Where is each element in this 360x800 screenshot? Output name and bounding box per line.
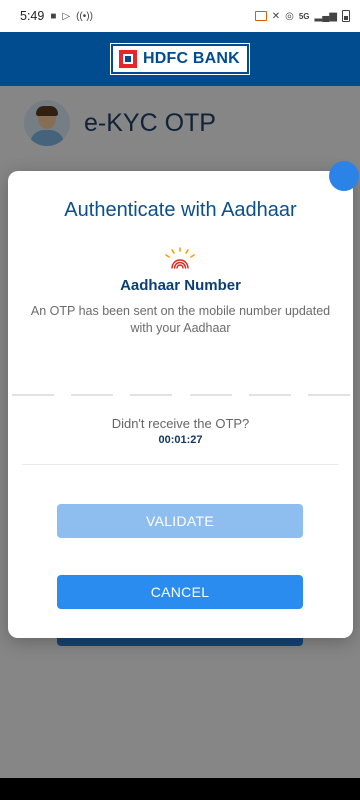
otp-sent-message: An OTP has been sent on the mobile numbe…	[30, 304, 331, 335]
status-right: ✕ ◎ 5G ▂▄▆	[254, 10, 350, 22]
otp-digit-input[interactable]	[12, 394, 54, 396]
hdfc-logo: HDFC BANK	[110, 43, 250, 75]
aadhaar-auth-dialog: Authenticate with Aadhaar Aadhaar Number…	[8, 171, 353, 638]
hotspot-icon: ◎	[285, 10, 294, 22]
cast-icon	[254, 11, 267, 21]
video-icon: ■	[50, 10, 57, 22]
validate-button[interactable]: VALIDATE	[57, 504, 303, 538]
aadhaar-logo-icon	[165, 247, 195, 269]
divider	[22, 464, 339, 465]
status-time: 5:49	[20, 9, 45, 23]
mute-icon: ✕	[271, 10, 281, 22]
signal-icon: ▂▄▆	[314, 10, 337, 22]
cancel-button[interactable]: CANCEL	[57, 575, 303, 609]
wireless-icon: ((•))	[76, 10, 93, 22]
otp-digit-input[interactable]	[71, 394, 114, 396]
dialog-title: Authenticate with Aadhaar	[64, 199, 297, 221]
otp-digit-input[interactable]	[130, 394, 173, 396]
otp-input-group	[12, 394, 350, 396]
hdfc-logo-icon	[119, 50, 137, 68]
battery-icon	[342, 10, 350, 22]
otp-timer: 00:01:27	[158, 434, 203, 446]
otp-digit-input[interactable]	[307, 394, 350, 396]
network-type: 5G	[298, 11, 310, 21]
status-bar: 5:49 ■ ▷ ((•)) ✕ ◎ 5G ▂▄▆	[0, 0, 360, 32]
play-icon: ▷	[62, 10, 71, 22]
aadhaar-number-label: Aadhaar Number	[120, 277, 241, 294]
app-header: HDFC BANK	[0, 32, 360, 86]
bank-name: HDFC BANK	[143, 50, 240, 67]
status-left: 5:49 ■ ▷ ((•))	[20, 9, 93, 23]
floating-action-dot[interactable]	[329, 161, 359, 191]
navigation-bar	[0, 778, 360, 800]
resend-otp-prompt[interactable]: Didn't receive the OTP?	[8, 416, 353, 431]
otp-digit-input[interactable]	[189, 394, 232, 396]
otp-digit-input[interactable]	[248, 394, 291, 396]
